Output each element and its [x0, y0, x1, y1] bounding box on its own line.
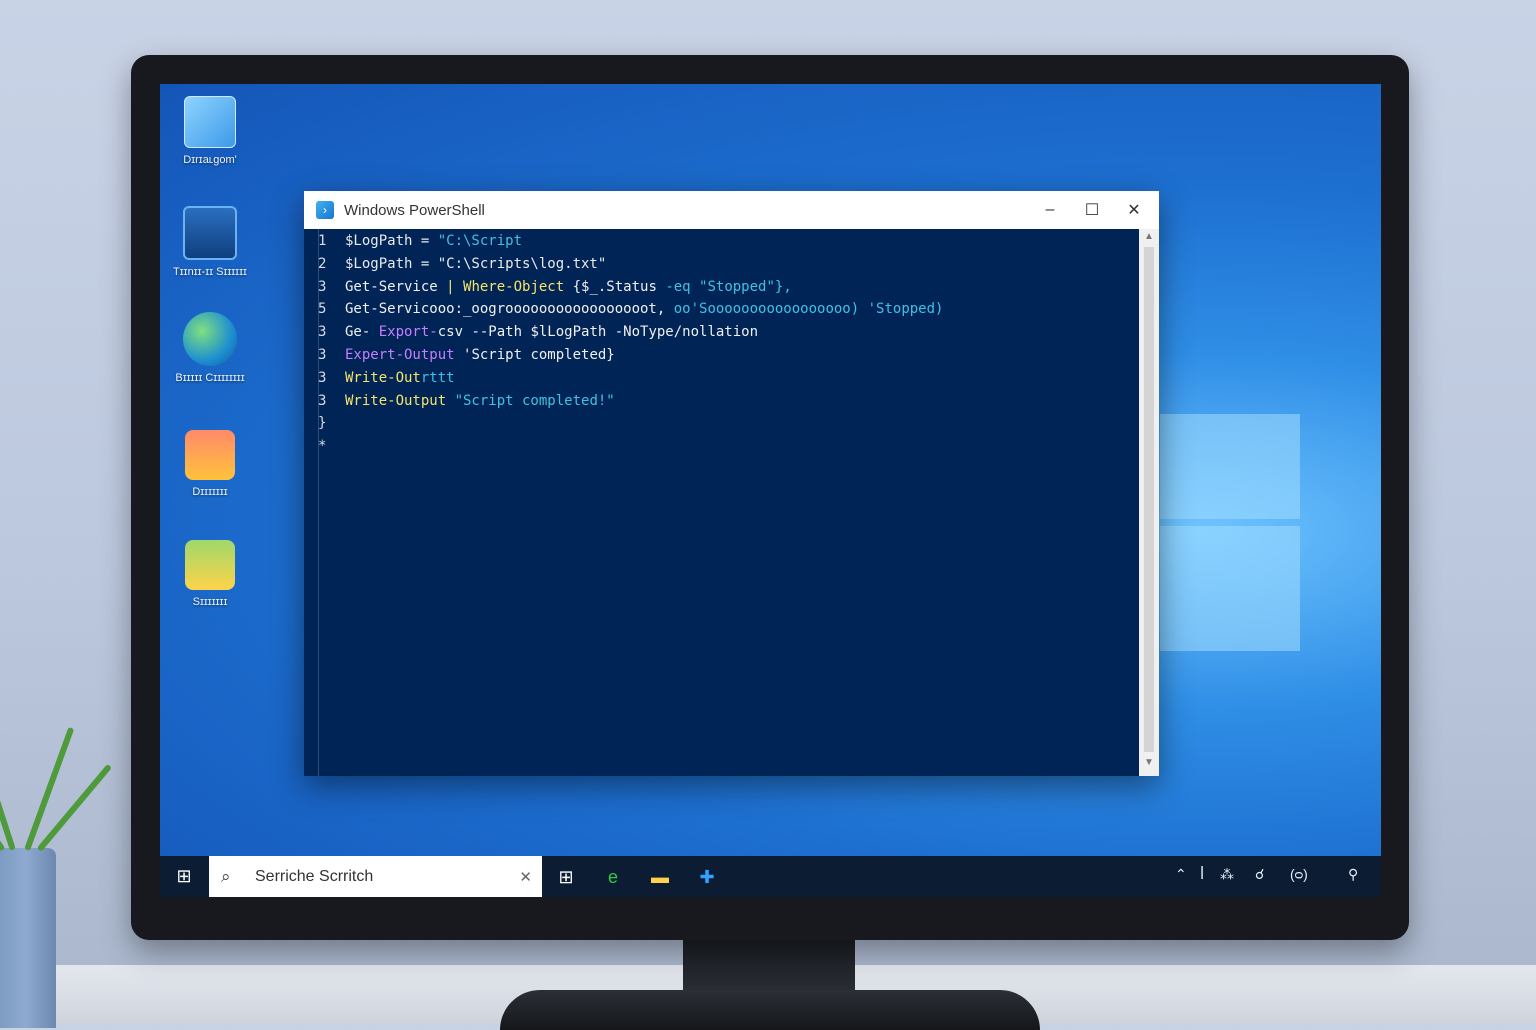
network-icon[interactable]: ⁂ [1220, 866, 1234, 883]
search-icon: ⌕ [221, 866, 231, 886]
folder-icon [185, 430, 235, 480]
monitor-app-icon [183, 206, 237, 260]
scroll-down-arrow-icon[interactable]: ▼ [1139, 757, 1159, 768]
vertical-scrollbar[interactable]: ▲ ▼ [1139, 229, 1159, 776]
code-token: Write-Output [345, 392, 455, 409]
line-code: Ge- Export-csv --Path $lLogPath -NoType/… [345, 321, 758, 343]
line-number: 2 [318, 255, 327, 272]
search-people-icon[interactable]: ☌ [1255, 866, 1264, 883]
code-token: Get-Servicooo:_oogrooooooooooooooooot, [345, 301, 674, 318]
line-code: $LogPath = "C:\Script [345, 230, 522, 252]
recycle-bin-icon [184, 96, 236, 148]
powershell-window: › Windows PowerShell – ☐ ✕ 1 $LogPath = "… [304, 191, 1159, 776]
taskview-icon[interactable]: ⊞ [553, 864, 579, 890]
windows-logo-icon: ⊞ [176, 866, 192, 886]
line-code: Get-Servicooo:_oogrooooooooooooooooot, o… [345, 298, 943, 320]
edge-icon[interactable]: e [600, 864, 626, 890]
code-token: {$_.Status [572, 278, 666, 295]
console-area[interactable]: 1 $LogPath = "C:\Script 2 $LogPath = "C:\Sc… [304, 229, 1139, 776]
desktop-icon-label: Dɪɪɪɪɪɪɪ [192, 486, 228, 498]
plant-pot [0, 848, 56, 1028]
line-number: 3 [318, 324, 327, 341]
globe-icon [183, 312, 237, 366]
scroll-up-arrow-icon[interactable]: ▲ [1139, 231, 1159, 242]
start-button[interactable]: ⊞ [160, 856, 208, 897]
line-code: Get-Service | Where-Object {$_.Status -e… [345, 276, 792, 298]
minimize-button[interactable]: – [1029, 191, 1071, 229]
code-token: "C:\Scripts\log.txt" [437, 255, 607, 272]
code-token: | Where-Object [446, 278, 573, 295]
clock-icon[interactable]: (ᴑ) [1290, 866, 1308, 882]
line-code: Expert-Output 'Script completed} [345, 344, 615, 366]
code-token: Export- [378, 324, 438, 341]
close-icon[interactable]: ✕ [519, 868, 532, 886]
code-token: 'Stopped) [867, 301, 944, 318]
code-token: csv --Path $lLogPath -NoType/nollation [437, 324, 759, 341]
user-icon[interactable]: ⚲ [1348, 866, 1358, 883]
monitor-stand-base [500, 990, 1040, 1030]
search-input[interactable]: Serriche Scrritch [255, 868, 373, 886]
pin-icon[interactable]: ꟾ [1200, 866, 1204, 883]
line-number: 3 [318, 347, 327, 363]
code-token: Ge- [345, 324, 379, 341]
code-token: oo'Sooooooooooooooooo) [673, 301, 868, 318]
desktop-icon-folder[interactable]: Sɪɪɪɪɪɪɪ [160, 540, 260, 609]
code-token: $LogPath = [345, 255, 438, 272]
line-number: 3 [318, 369, 327, 386]
file-explorer-icon[interactable]: ▬ [647, 864, 673, 890]
line-code: Write-Outrttt [345, 367, 455, 389]
line-number: 5 [318, 301, 327, 318]
title-bar[interactable]: › Windows PowerShell – ☐ ✕ [304, 191, 1159, 229]
code-token: -eq "Stopped"}, [665, 278, 792, 295]
store-icon[interactable]: ✚ [694, 864, 720, 890]
desktop-icon-label: Dɪrɪaʟgom' [183, 154, 237, 166]
window-title: Windows PowerShell [344, 201, 485, 219]
code-token: "C:\Script [437, 233, 523, 249]
wallpaper-logo-pane [1160, 414, 1300, 519]
code-token: "Script completed!" [454, 392, 615, 409]
code-token: Expert-Output [345, 347, 464, 363]
desktop-icon-documents[interactable]: Dɪɪɪɪɪɪɪ [160, 430, 260, 499]
close-icon: ✕ [1127, 202, 1141, 219]
code-token: Write-Out [345, 369, 421, 386]
desktop-icon-label: Bɪɪɪɪɪ Cɪɪɪɪɪɪɪɪ [175, 372, 245, 384]
line-number: 3 [318, 278, 327, 295]
line-number: * [318, 438, 327, 455]
desktop-icon-label: Tɪɪnɪɪ-ɪɪ Sɪɪɪɪɪɪ [173, 266, 247, 278]
close-button[interactable]: ✕ [1113, 191, 1155, 229]
taskbar: ⊞ ⌕ Serriche Scrritch ✕ ⊞ e ▬ ✚ ⌃ ꟾ ⁂ ☌ (ᴑ) ⚲ [160, 856, 1381, 897]
code-token: rttt [420, 369, 455, 386]
line-code: $LogPath = "C:\Scripts\log.txt" [345, 253, 606, 275]
taskbar-search-box[interactable]: ⌕ Serriche Scrritch ✕ [209, 856, 542, 897]
maximize-button[interactable]: ☐ [1071, 191, 1113, 229]
code-token: Get-Service [345, 278, 447, 295]
powershell-icon: › [316, 201, 334, 219]
code-token: $LogPath = [345, 233, 438, 249]
monitor-stand-neck [683, 935, 855, 997]
wallpaper-logo-pane [1160, 526, 1300, 651]
maximize-icon: ☐ [1084, 202, 1100, 219]
desktop-icon-network[interactable]: Bɪɪɪɪɪ Cɪɪɪɪɪɪɪɪ [160, 312, 260, 385]
scroll-thumb[interactable] [1144, 247, 1154, 752]
desktop-icon-recycle[interactable]: Dɪrɪaʟgom' [160, 96, 260, 167]
line-code: Write-Output "Script completed!" [345, 390, 615, 412]
line-number: 3 [318, 392, 327, 409]
minimize-icon: – [1045, 201, 1055, 218]
plant-leaf [36, 763, 113, 852]
line-number: 1 [318, 233, 327, 249]
desktop-icon-label: Sɪɪɪɪɪɪɪ [192, 596, 228, 608]
plant-leaf [0, 706, 16, 851]
chevron-up-icon[interactable]: ⌃ [1175, 866, 1187, 883]
desktop-icon-settings[interactable]: Tɪɪnɪɪ-ɪɪ Sɪɪɪɪɪɪ [160, 206, 260, 279]
line-number: } [318, 415, 327, 432]
code-token: 'Script completed} [463, 347, 615, 363]
folder-icon [185, 540, 235, 590]
